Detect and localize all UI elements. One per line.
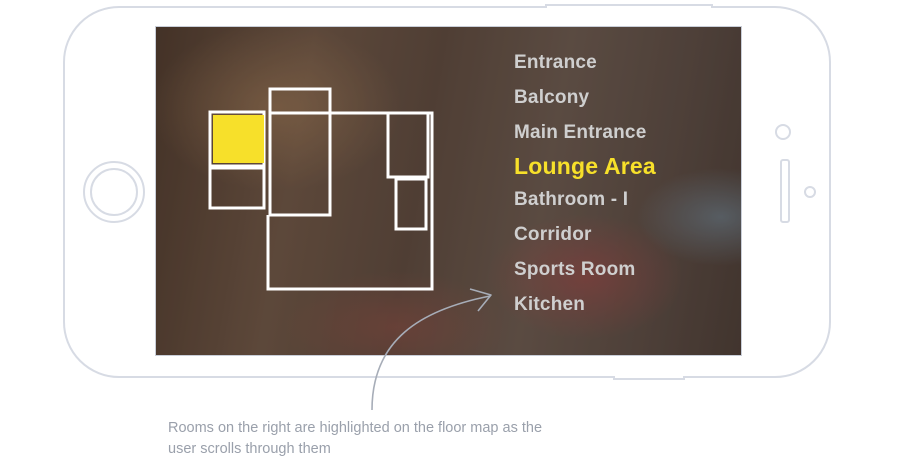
annotation-arrow-icon — [371, 288, 492, 411]
annotation-caption: Rooms on the right are highlighted on th… — [168, 420, 543, 457]
